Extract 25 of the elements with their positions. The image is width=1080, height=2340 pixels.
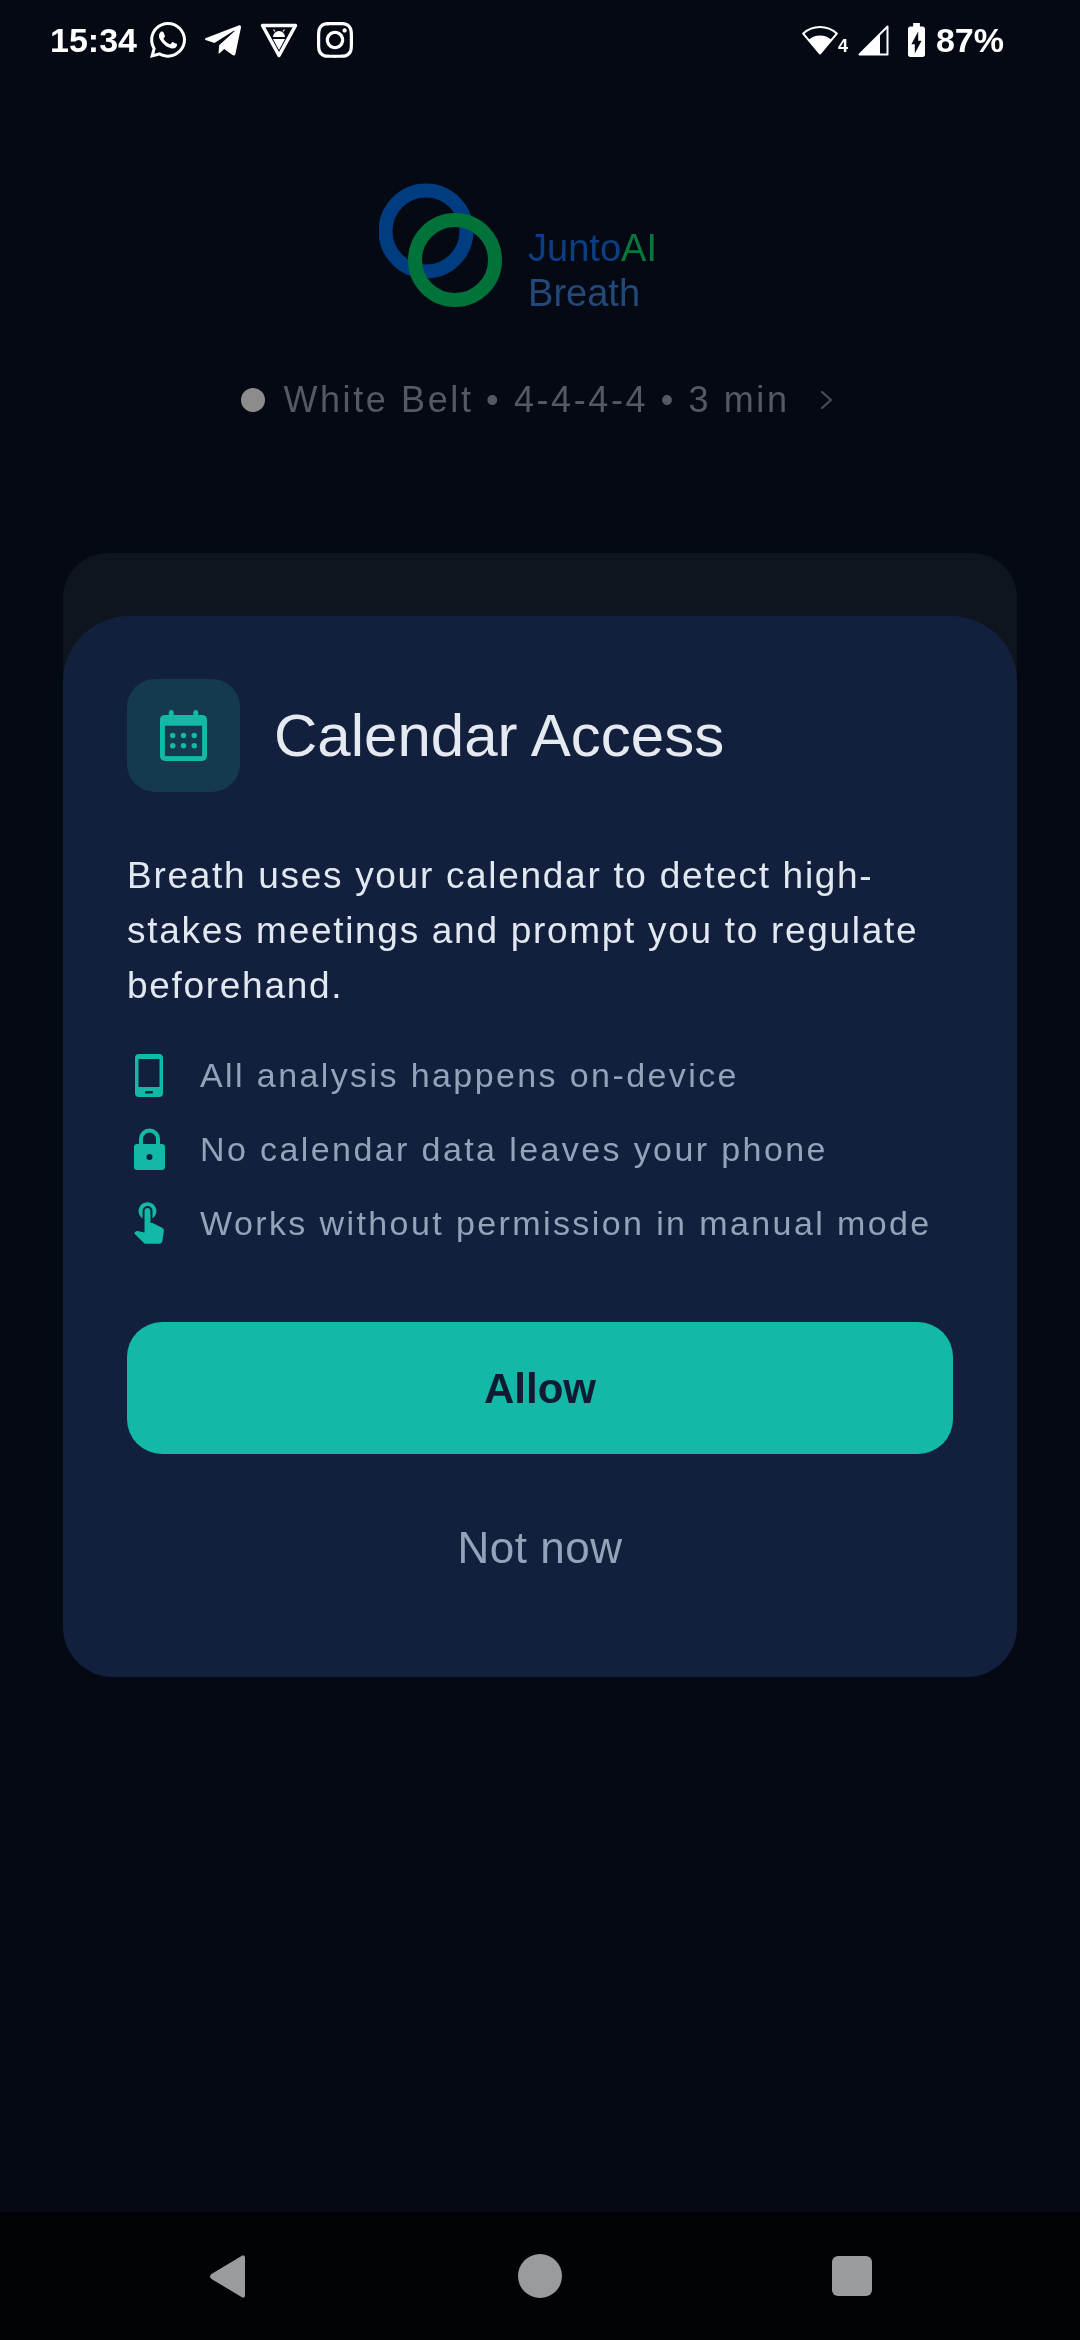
lock-icon — [133, 1128, 165, 1170]
app-subtitle: Breath — [528, 271, 642, 316]
calendar-tile-icon — [127, 679, 240, 792]
not-now-button[interactable]: Not now — [127, 1498, 953, 1598]
feature-point-text: No calendar data leaves your phone — [200, 1128, 828, 1170]
pointing-hand-icon — [134, 1202, 164, 1244]
allow-button[interactable]: Allow — [127, 1322, 953, 1454]
smartphone-icon — [135, 1053, 163, 1097]
robot-triangle-icon — [259, 22, 298, 58]
dialog-description: Breath uses your calendar to detect high-stakes meetings and prompt you to regulate beforehand. — [127, 854, 920, 1008]
home-icon[interactable] — [518, 2254, 562, 2298]
feature-point-text: Works without permission in manual mode — [200, 1202, 932, 1244]
dialog-title: Calendar Access — [274, 701, 725, 771]
signal-icon — [857, 24, 889, 56]
chat-bubble-icon — [149, 22, 186, 58]
paper-plane-icon — [204, 24, 241, 56]
battery-percentage: 87% — [935, 23, 1004, 57]
feature-point-text: All analysis happens on-device — [200, 1054, 739, 1096]
wifi-generation-label: 4 — [837, 36, 848, 55]
status-time: 15:34 — [50, 23, 137, 57]
wifi-icon — [801, 25, 838, 55]
camera-icon — [316, 22, 353, 58]
back-icon[interactable] — [208, 2253, 248, 2299]
interlocking-rings-logo-icon — [379, 183, 503, 307]
brand-name: JuntoAI — [528, 226, 657, 271]
